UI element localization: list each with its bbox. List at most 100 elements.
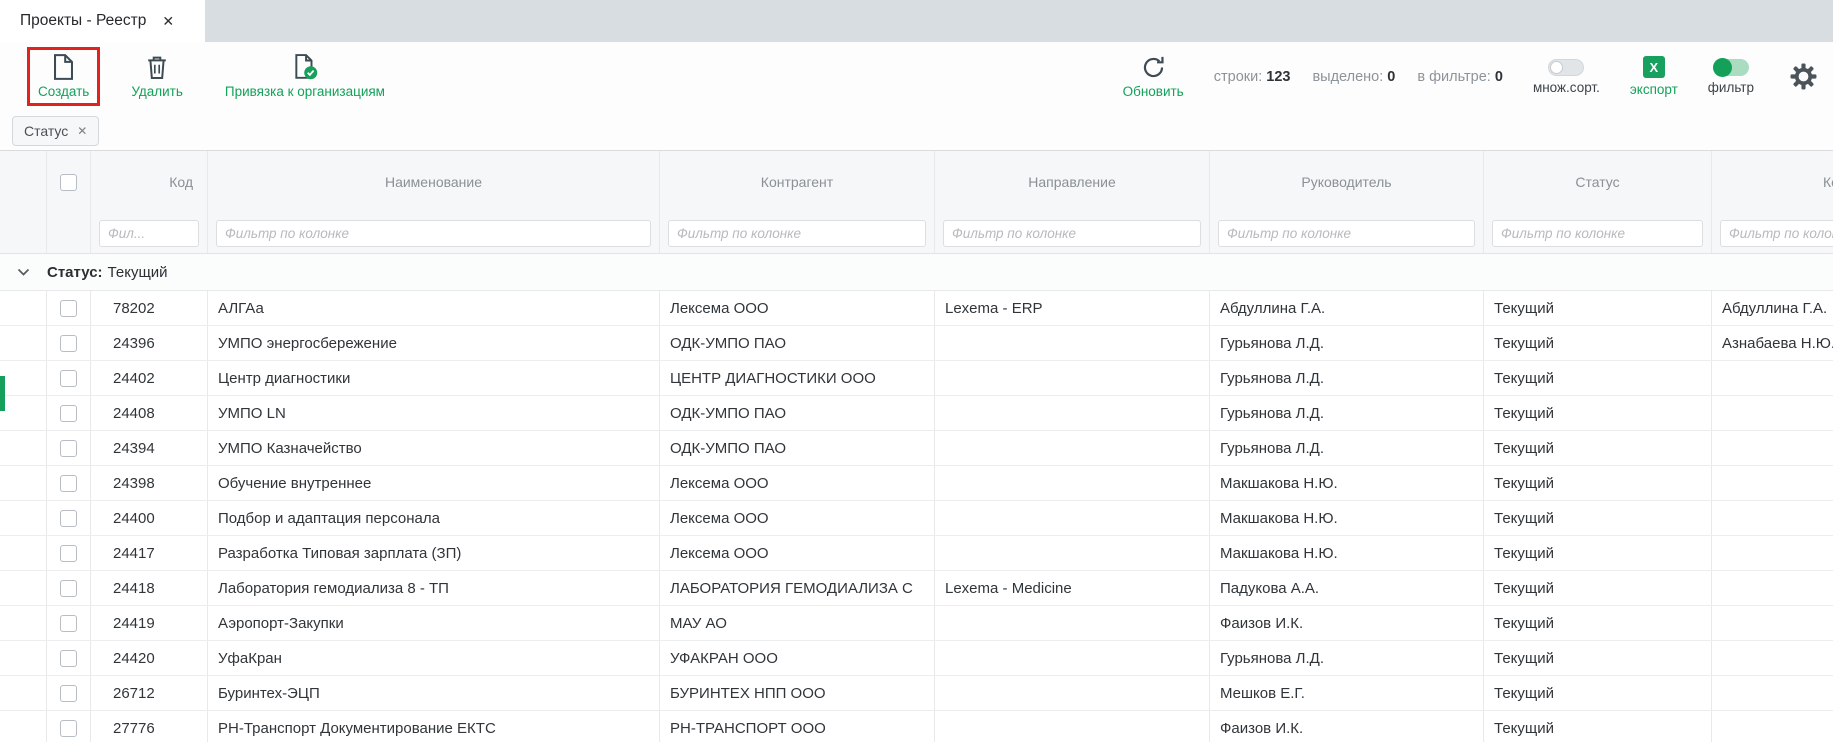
refresh-button[interactable]: Обновить [1123, 55, 1184, 99]
row-checkbox[interactable] [60, 300, 77, 317]
cell-counterparty: БУРИНТЕХ НПП ООО [660, 676, 935, 710]
row-checkbox[interactable] [60, 475, 77, 492]
cell-counterparty: УФАКРАН ООО [660, 641, 935, 675]
cell-team: Абдуллина Г.А. [1712, 291, 1833, 325]
cell-manager: Макшакова Н.Ю. [1210, 501, 1484, 535]
create-button[interactable]: Создать [38, 54, 89, 99]
multisort-toggle-switch[interactable] [1548, 59, 1584, 76]
cell-status: Текущий [1484, 711, 1712, 742]
cell-name: Аэропорт-Закупки [208, 606, 660, 640]
cell-name: УМПО Казначейство [208, 431, 660, 465]
column-header-direction[interactable]: Направление [935, 151, 1210, 213]
cell-direction [935, 431, 1210, 465]
expand-cell [0, 711, 47, 742]
checkbox-cell [47, 291, 91, 325]
cell-status: Текущий [1484, 536, 1712, 570]
row-checkbox[interactable] [60, 335, 77, 352]
tab-close-icon[interactable]: ✕ [162, 13, 174, 30]
rows-counter-value: 123 [1266, 69, 1290, 85]
row-checkbox[interactable] [60, 370, 77, 387]
cell-counterparty: ОДК-УМПО ПАО [660, 396, 935, 430]
tab-projects-registry[interactable]: Проекты - Реестр ✕ [0, 0, 205, 42]
delete-button[interactable]: Удалить [131, 55, 183, 99]
row-checkbox[interactable] [60, 615, 77, 632]
row-checkbox[interactable] [60, 720, 77, 737]
filter-input-status[interactable] [1492, 220, 1703, 247]
group-row-value: Текущий [108, 264, 168, 281]
cell-counterparty: Лексема ООО [660, 291, 935, 325]
collapse-chevron-icon[interactable] [0, 268, 47, 277]
delete-button-label: Удалить [131, 84, 183, 99]
cell-name: РН-Транспорт Документирование ЕКТС [208, 711, 660, 742]
tab-bar: Проекты - Реестр ✕ [0, 0, 1833, 42]
filter-input-direction[interactable] [943, 220, 1201, 247]
expand-column-filter-cell [0, 213, 47, 253]
column-header-code[interactable]: Код [91, 151, 208, 213]
expand-cell [0, 501, 47, 535]
cell-name: Центр диагностики [208, 361, 660, 395]
export-button[interactable]: X экспорт [1630, 56, 1678, 97]
table-row[interactable]: 27776 РН-Транспорт Документирование ЕКТС… [0, 711, 1833, 742]
row-checkbox[interactable] [60, 545, 77, 562]
filter-input-name[interactable] [216, 220, 651, 247]
cell-manager: Гурьянова Л.Д. [1210, 361, 1484, 395]
filter-input-team[interactable] [1720, 220, 1833, 247]
app-window: Проекты - Реестр ✕ Создать Удалить [0, 0, 1833, 742]
table-row[interactable]: 24398 Обучение внутреннее Лексема ООО Ма… [0, 466, 1833, 501]
cell-code: 24418 [91, 571, 208, 605]
select-all-checkbox[interactable] [60, 174, 77, 191]
row-checkbox[interactable] [60, 580, 77, 597]
bind-organizations-button[interactable]: Привязка к организациям [225, 54, 385, 99]
row-checkbox[interactable] [60, 440, 77, 457]
cell-manager: Гурьянова Л.Д. [1210, 326, 1484, 360]
table-row[interactable]: 24420 УфаКран УФАКРАН ООО Гурьянова Л.Д.… [0, 641, 1833, 676]
in-filter-counter: в фильтре: 0 [1417, 69, 1503, 85]
selected-counter-label: выделено: [1312, 69, 1383, 85]
settings-gear-icon[interactable] [1790, 63, 1817, 90]
table-row[interactable]: 24394 УМПО Казначейство ОДК-УМПО ПАО Гур… [0, 431, 1833, 466]
cell-team [1712, 431, 1833, 465]
column-header-counterparty[interactable]: Контрагент [660, 151, 935, 213]
filter-toggle-switch[interactable] [1713, 59, 1749, 76]
cell-team: Азнабаева Н.Ю. [1712, 326, 1833, 360]
cell-name: Обучение внутреннее [208, 466, 660, 500]
filter-input-code[interactable] [99, 220, 199, 247]
table-row[interactable]: 24396 УМПО энергосбережение ОДК-УМПО ПАО… [0, 326, 1833, 361]
table-row[interactable]: 24402 Центр диагностики ЦЕНТР ДИАГНОСТИК… [0, 361, 1833, 396]
table-row[interactable]: 24408 УМПО LN ОДК-УМПО ПАО Гурьянова Л.Д… [0, 396, 1833, 431]
row-checkbox[interactable] [60, 650, 77, 667]
table-row[interactable]: 24418 Лаборатория гемодиализа 8 - ТП ЛАБ… [0, 571, 1833, 606]
cell-manager: Падукова А.А. [1210, 571, 1484, 605]
filter-input-counterparty[interactable] [668, 220, 926, 247]
row-checkbox[interactable] [60, 510, 77, 527]
cell-code: 26712 [91, 676, 208, 710]
cell-name: УМПО LN [208, 396, 660, 430]
group-row-status-current[interactable]: Статус: Текущий [0, 254, 1833, 291]
in-filter-counter-label: в фильтре: [1417, 69, 1490, 85]
column-header-name[interactable]: Наименование [208, 151, 660, 213]
filter-toggle[interactable]: фильтр [1708, 59, 1754, 95]
cell-team [1712, 396, 1833, 430]
table-row[interactable]: 26712 Буринтех-ЭЦП БУРИНТЕХ НПП ООО Мешк… [0, 676, 1833, 711]
filter-chip-status[interactable]: Статус ✕ [12, 116, 99, 146]
table-row[interactable]: 24419 Аэропорт-Закупки МАУ АО Фаизов И.К… [0, 606, 1833, 641]
checkbox-cell [47, 606, 91, 640]
multisort-toggle[interactable]: множ.сорт. [1533, 59, 1600, 95]
row-checkbox[interactable] [60, 685, 77, 702]
cell-counterparty: РН-ТРАНСПОРТ ООО [660, 711, 935, 742]
table-row[interactable]: 24417 Разработка Типовая зарплата (ЗП) Л… [0, 536, 1833, 571]
cell-code: 24398 [91, 466, 208, 500]
table-row[interactable]: 78202 АЛГАа Лексема ООО Lexema - ERP Абд… [0, 291, 1833, 326]
active-filters-row: Статус ✕ [0, 111, 1833, 150]
filter-input-manager[interactable] [1218, 220, 1475, 247]
column-header-status[interactable]: Статус [1484, 151, 1712, 213]
table-row[interactable]: 24400 Подбор и адаптация персонала Лексе… [0, 501, 1833, 536]
export-button-label: экспорт [1630, 82, 1678, 97]
row-checkbox[interactable] [60, 405, 77, 422]
rows-counter: строки: 123 [1214, 69, 1291, 85]
grid-counters: строки: 123 выделено: 0 в фильтре: 0 [1214, 69, 1503, 85]
column-header-manager[interactable]: Руководитель [1210, 151, 1484, 213]
column-header-team[interactable]: Команда [1712, 151, 1833, 213]
expand-cell [0, 361, 47, 395]
filter-chip-close-icon[interactable]: ✕ [77, 124, 87, 138]
